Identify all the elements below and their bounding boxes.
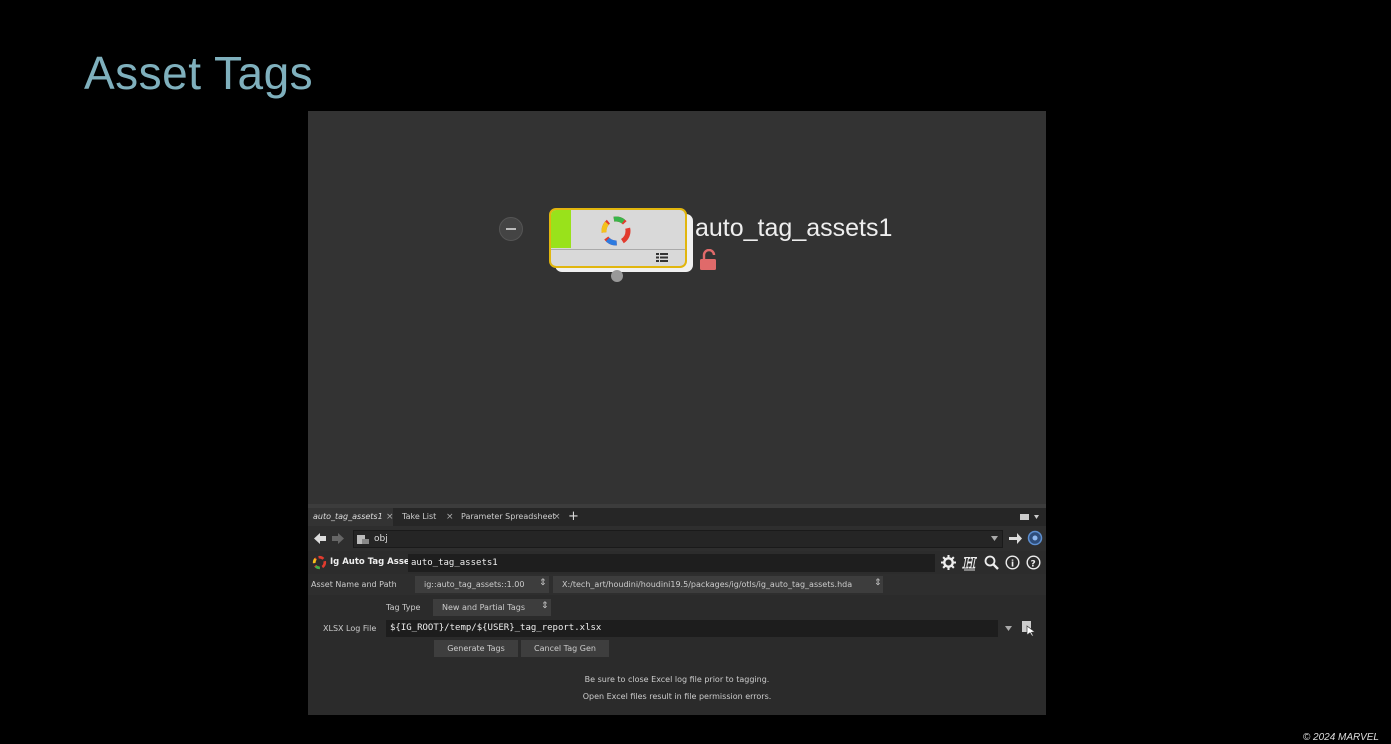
node-type-label: Ig Auto Tag Assets [330,557,419,567]
help-h-icon[interactable]: H [962,555,977,571]
asset-name-button[interactable]: ig::auto_tag_assets::1.00 [415,576,549,593]
close-icon[interactable]: × [553,508,561,526]
obj-icon [357,535,369,544]
houdini-panel: auto_tag_assets1 auto_tag_assets1 × Take… [308,111,1046,715]
svg-text:?: ? [1031,560,1036,570]
path-text: obj [374,534,388,544]
updown-icon[interactable]: ⇕ [539,578,547,588]
node-logo-icon [601,216,631,246]
cancel-tag-gen-button[interactable]: Cancel Tag Gen [521,640,609,657]
svg-text:H: H [962,556,977,571]
tag-type-label: Tag Type [386,603,421,612]
parameter-header: Ig Auto Tag Assets auto_tag_assets1 H i … [308,552,1046,574]
node-label: auto_tag_assets1 [695,214,893,242]
updown-icon[interactable]: ⇕ [541,601,549,611]
network-editor[interactable]: auto_tag_assets1 [308,111,1046,504]
search-icon[interactable] [984,555,999,570]
asset-path-button[interactable]: X:/tech_art/houdini/houdini19.5/packages… [553,576,883,593]
node-type-icon [312,555,327,570]
asset-name-row: Asset Name and Path ig::auto_tag_assets:… [308,574,1046,595]
info-icon[interactable]: i [1005,555,1020,570]
add-tab-icon[interactable]: + [568,508,579,526]
node-display-flag[interactable] [551,210,571,248]
pane-menu-icon[interactable] [1020,513,1040,521]
pin-icon[interactable] [1009,533,1023,544]
close-icon[interactable]: × [386,508,394,526]
tab-label: Parameter Spreadsheet [461,512,556,521]
help-icon[interactable]: ? [1026,555,1041,570]
note-line-1: Be sure to close Excel log file prior to… [584,675,770,684]
dropdown-arrow-icon[interactable] [1005,626,1012,631]
dropdown-arrow-icon[interactable] [991,536,998,541]
tab-take-list[interactable]: Take List [397,508,452,526]
parameters-body: Tag Type New and Partial Tags ⇕ XLSX Log… [308,595,1046,715]
tab-label: auto_tag_assets1 [313,512,383,521]
svg-text:i: i [1011,560,1014,570]
path-bar: obj [308,526,1046,551]
slide-title: Asset Tags [84,47,314,99]
tab-label: Take List [402,512,437,521]
node-output-connector[interactable] [611,270,623,282]
tab-parameters[interactable]: auto_tag_assets1 [308,508,393,526]
asset-name-label: Asset Name and Path [311,580,397,589]
path-field[interactable]: obj [353,530,1003,548]
xlsx-log-file-label: XLSX Log File [323,624,377,633]
forward-arrow-icon[interactable] [332,533,344,544]
note-line-2: Open Excel files result in file permissi… [582,692,772,701]
tag-type-menu[interactable]: New and Partial Tags [433,599,551,616]
updown-icon[interactable]: ⇕ [874,578,882,588]
file-chooser-icon[interactable] [1022,621,1036,636]
link-icon[interactable] [1027,530,1043,546]
close-icon[interactable]: × [446,508,454,526]
xlsx-log-file-field[interactable]: ${IG_ROOT}/temp/${USER}_tag_report.xlsx [386,620,998,637]
back-arrow-icon[interactable] [314,533,326,544]
node-menu-icon[interactable] [656,252,668,262]
collapse-icon[interactable] [499,217,523,241]
copyright-notice: © 2024 MARVEL [1302,732,1379,743]
node-tile[interactable] [549,208,687,268]
gear-icon[interactable] [941,555,956,570]
unlock-icon[interactable] [700,249,718,271]
pane-tab-bar: auto_tag_assets1 × Take List × Parameter… [308,508,1046,526]
tab-parameter-spreadsheet[interactable]: Parameter Spreadsheet [456,508,561,526]
node-name-field[interactable]: auto_tag_assets1 [408,554,935,572]
generate-tags-button[interactable]: Generate Tags [434,640,518,657]
